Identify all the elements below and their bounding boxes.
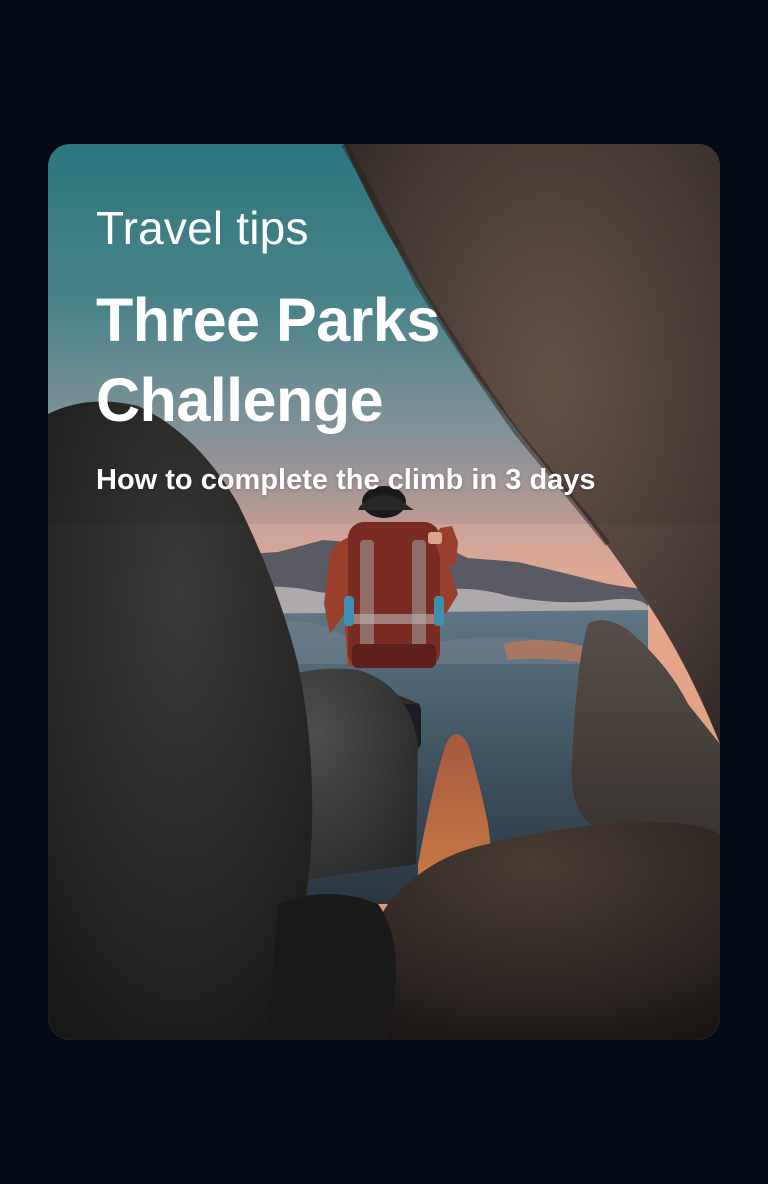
card-title-line-1: Three Parks — [96, 286, 440, 354]
card-subtitle: How to complete the climb in 3 days — [96, 464, 596, 496]
card-title: Three Parks Challenge — [96, 280, 656, 440]
article-card[interactable]: Travel tips Three Parks Challenge How to… — [48, 144, 720, 1040]
card-text: Travel tips Three Parks Challenge How to… — [96, 200, 656, 500]
card-category: Travel tips — [96, 202, 309, 254]
page: Travel tips Three Parks Challenge How to… — [0, 0, 768, 1184]
card-title-line-2: Challenge — [96, 366, 384, 434]
